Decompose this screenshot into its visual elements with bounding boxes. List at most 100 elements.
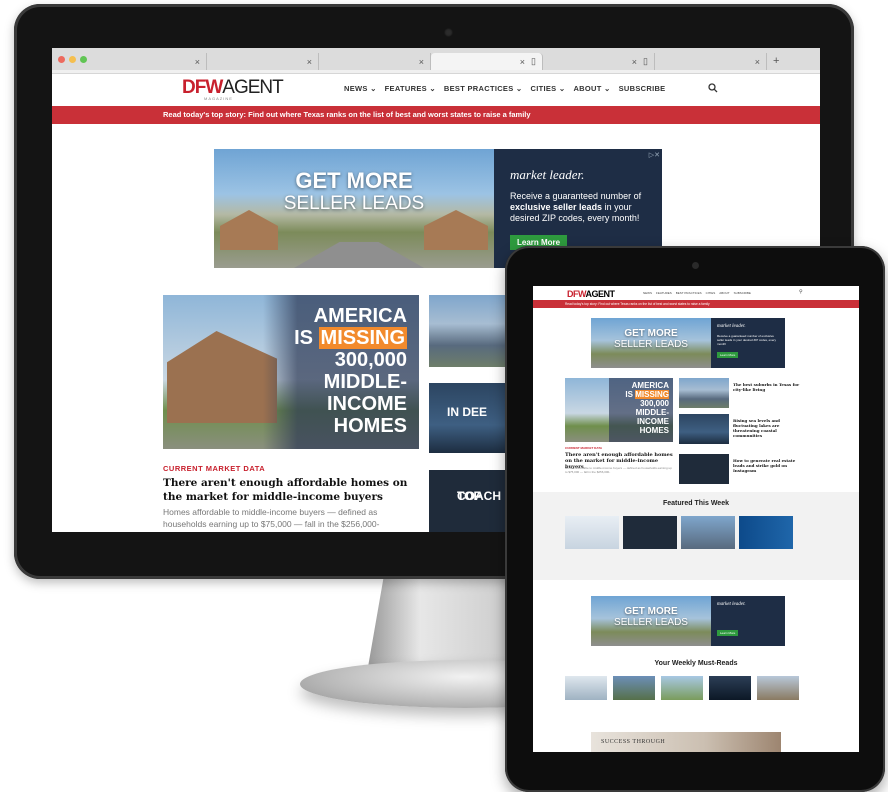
browser-tab[interactable]: ×	[207, 53, 319, 70]
image-text: AMERICA	[313, 305, 407, 327]
camera-icon	[444, 28, 453, 37]
nav-best-practices[interactable]: BEST PRACTICES ⌄	[444, 84, 523, 93]
nav-about[interactable]: ABOUT ⌄	[573, 84, 610, 93]
feature-category[interactable]: CURRENT MARKET DATA	[163, 464, 265, 473]
must-read-card[interactable]	[757, 676, 799, 700]
feature-title[interactable]: There aren't enough affordable homes on …	[163, 476, 419, 504]
ad-text-panel: market leader. Learn More	[711, 596, 785, 646]
nav-subscribe[interactable]: SUBSCRIBE	[734, 291, 751, 295]
card-image	[623, 516, 677, 549]
browser-tab[interactable]: × ▯	[543, 53, 655, 70]
card-image	[613, 676, 655, 700]
minimize-window-button[interactable]	[69, 56, 76, 63]
top-coach-thumbnail[interactable]: TOP COACH	[429, 470, 509, 532]
story-teaser[interactable]: How to generate real estate leads and st…	[733, 458, 803, 473]
ad-headline: GET MORE	[295, 168, 413, 193]
market-leader-ad[interactable]: GET MORE SELLER LEADS market leader. Rec…	[591, 318, 785, 368]
story-teaser[interactable]: Rising sea levels and fluctuating lakes …	[733, 418, 803, 438]
image-text-highlight: MISSING	[635, 390, 669, 399]
nav-label: NEWS	[344, 84, 368, 93]
page-icon: ▯	[643, 56, 648, 66]
tab-close-icon[interactable]: ×	[195, 57, 200, 67]
image-text: 300,000	[334, 349, 407, 371]
must-read-card[interactable]	[565, 676, 607, 700]
top-coach-thumbnail[interactable]	[679, 454, 729, 484]
card-image	[709, 676, 751, 700]
learn-more-button[interactable]: Learn More	[717, 630, 739, 636]
ad-subheadline: SELLER LEADS	[283, 193, 425, 214]
nav-label: ABOUT	[573, 84, 602, 93]
nav-news[interactable]: NEWS	[643, 291, 652, 295]
search-icon[interactable]	[708, 83, 718, 93]
ad-choices-icon[interactable]: ▷✕	[649, 151, 660, 159]
nav-label: FEATURES	[384, 84, 427, 93]
ad-subheadline: SELLER LEADS	[614, 339, 688, 350]
featured-card[interactable]	[739, 516, 793, 549]
nav-cities[interactable]: CITIES	[706, 291, 716, 295]
maximize-window-button[interactable]	[80, 56, 87, 63]
house-image	[167, 331, 277, 423]
skyline-thumbnail[interactable]	[679, 378, 729, 408]
browser-tab[interactable]: ×	[655, 53, 767, 70]
nav-best-practices[interactable]: BEST PRACTICES	[676, 291, 702, 295]
tab-close-icon[interactable]: ×	[307, 57, 312, 67]
featured-heading: Featured This Week	[662, 500, 729, 507]
image-text: INCOME	[327, 393, 407, 415]
in-deep-thumbnail[interactable]	[679, 414, 729, 444]
device-mockup: × × × × ▯ × ▯ × + DFWAGENT MAGAZINE NEWS ⌄…	[0, 0, 888, 792]
market-leader-logo: market leader.	[717, 602, 746, 607]
feature-image[interactable]: AMERICA IS MISSING 300,000 MIDDLE- INCOM…	[565, 378, 673, 442]
card-image	[565, 676, 607, 700]
top-story-banner[interactable]: Read today's top story: Find out where T…	[52, 106, 820, 124]
tab-close-icon[interactable]: ×	[632, 57, 637, 67]
image-text: HOMES	[333, 415, 407, 437]
weekly-heading: Your Weekly Must-Reads	[654, 660, 738, 667]
browser-tab-active[interactable]: × ▯	[431, 53, 543, 70]
skyline-thumbnail[interactable]	[429, 295, 509, 367]
nav-about[interactable]: ABOUT	[719, 291, 729, 295]
card-image	[739, 516, 793, 549]
ad-headline: GET MORE	[624, 328, 678, 339]
browser-tab[interactable]: ×	[95, 53, 207, 70]
house-image	[424, 210, 488, 250]
close-window-button[interactable]	[58, 56, 65, 63]
must-read-card[interactable]	[661, 676, 703, 700]
story-teaser[interactable]: The best suburbs in Texas for city-like …	[733, 382, 803, 392]
feature-excerpt: Homes affordable to middle-income buyers…	[565, 466, 672, 474]
search-icon[interactable]: ⚲	[799, 289, 803, 295]
market-leader-logo: market leader.	[510, 167, 585, 182]
feature-category[interactable]: CURRENT MARKET DATA	[565, 446, 602, 450]
image-text: MIDDLE-	[635, 408, 669, 417]
featured-card[interactable]	[565, 516, 619, 549]
in-deep-thumbnail[interactable]: IN DEE	[429, 383, 509, 453]
nav-cities[interactable]: CITIES ⌄	[531, 84, 566, 93]
top-story-banner[interactable]: Read today's top story: Find out where T…	[533, 300, 859, 308]
ad-photo: GET MORE SELLER LEADS	[591, 318, 711, 368]
browser-tab[interactable]: ×	[319, 53, 431, 70]
main-nav: NEWS ⌄ FEATURES ⌄ BEST PRACTICES ⌄ CITIE…	[344, 84, 665, 93]
ad-copy: Receive a guaranteed number of exclusive…	[510, 191, 660, 224]
site-logo[interactable]: DFWAGENT	[567, 289, 615, 299]
nav-features[interactable]: FEATURES	[656, 291, 672, 295]
card-image	[661, 676, 703, 700]
featured-card[interactable]	[681, 516, 735, 549]
nav-news[interactable]: NEWS ⌄	[344, 84, 377, 93]
featured-card[interactable]	[623, 516, 677, 549]
learn-more-button[interactable]: Learn More	[717, 352, 739, 358]
banner-text: SUCCESS THROUGH	[601, 739, 666, 745]
must-read-card[interactable]	[709, 676, 751, 700]
market-leader-ad-2[interactable]: GET MORE SELLER LEADS market leader. Lea…	[591, 596, 785, 646]
tab-close-icon[interactable]: ×	[520, 57, 525, 67]
new-tab-button[interactable]: +	[767, 55, 785, 70]
tab-close-icon[interactable]: ×	[755, 57, 760, 67]
nav-subscribe[interactable]: SUBSCRIBE	[619, 84, 666, 93]
feature-image[interactable]: AMERICA IS MISSING 300,000 MIDDLE- INCOM…	[163, 295, 419, 449]
window-controls	[52, 56, 95, 70]
site-logo[interactable]: DFWAGENT	[182, 78, 284, 97]
tab-close-icon[interactable]: ×	[419, 57, 424, 67]
nav-features[interactable]: FEATURES ⌄	[385, 84, 436, 93]
feature-excerpt: Homes affordable to middle-income buyers…	[163, 507, 380, 529]
success-through-banner[interactable]: SUCCESS THROUGH	[591, 732, 781, 752]
ad-copy: Receive a guaranteed number of exclusive…	[717, 334, 777, 346]
must-read-card[interactable]	[613, 676, 655, 700]
